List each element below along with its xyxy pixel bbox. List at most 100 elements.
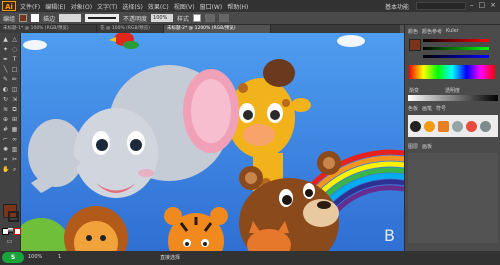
width-tool-icon[interactable]: ≋ xyxy=(2,106,9,113)
shape-builder-tool-icon[interactable]: ⊕ xyxy=(2,116,9,123)
menu-window[interactable]: 窗口(W) xyxy=(200,2,223,11)
direct-selection-tool-icon[interactable]: △ xyxy=(11,36,18,43)
cloud-icon xyxy=(23,40,47,50)
tab-kuler[interactable]: Kuler xyxy=(446,28,459,36)
align-icon[interactable] xyxy=(205,14,216,22)
perspective-grid-tool-icon[interactable]: ⊞ xyxy=(11,116,18,123)
stroke-color-box[interactable] xyxy=(8,211,19,222)
menu-help[interactable]: 帮助(H) xyxy=(227,2,248,11)
control-bar: 编组 描边 不透明度 100% 样式 xyxy=(0,12,500,25)
page-number[interactable]: 1 xyxy=(58,254,61,260)
color-panel-tabs: 颜色 颜色参考 Kuler xyxy=(408,28,498,36)
green-slider[interactable] xyxy=(423,47,489,50)
magic-wand-tool-icon[interactable]: ✦ xyxy=(2,46,9,53)
screen-mode-icon[interactable]: ▭ xyxy=(6,238,13,245)
tab-layers[interactable]: 图层 xyxy=(408,143,418,151)
minimize-icon[interactable]: – xyxy=(470,1,474,9)
menu-bar: Ai 文件(F) 编辑(E) 对象(O) 文字(T) 选择(S) 效果(C) 视… xyxy=(0,0,500,12)
layers-panel-tabs: 图层 画板 xyxy=(408,143,498,151)
tab-brushes[interactable]: 画笔 xyxy=(422,105,432,113)
selection-tool-icon[interactable]: ▲ xyxy=(2,36,9,43)
tab-swatches[interactable]: 色板 xyxy=(408,105,418,113)
symbol-item[interactable] xyxy=(424,120,435,132)
workspace-switcher[interactable]: 基本功能 xyxy=(385,2,409,11)
blue-slider[interactable] xyxy=(423,55,489,58)
symbol-item[interactable] xyxy=(410,120,421,132)
rectangle-tool-icon[interactable]: □ xyxy=(11,66,18,73)
opacity-field[interactable]: 100% xyxy=(151,14,174,22)
tab-symbols[interactable]: 符号 xyxy=(436,105,446,113)
app-badge-icon: S xyxy=(2,252,24,263)
selection-type-label: 编组 xyxy=(3,15,16,23)
tab-document-3[interactable]: 未标题-2* @ 1200% (RGB/预览) xyxy=(164,25,271,33)
lasso-tool-icon[interactable]: ◌ xyxy=(11,46,18,53)
style-label: 样式 xyxy=(177,15,190,23)
symbol-item[interactable] xyxy=(480,120,491,132)
scale-tool-icon[interactable]: ⇲ xyxy=(11,96,18,103)
stroke-swatch[interactable] xyxy=(31,14,40,22)
tab-document-2[interactable]: 花 @ 100% (RGB/预览) xyxy=(97,25,164,33)
zoom-level[interactable]: 100% xyxy=(28,254,42,260)
transparency-panel-label[interactable]: 透明度 xyxy=(445,87,460,94)
tab-color-guide[interactable]: 颜色参考 xyxy=(422,28,442,36)
panel-fill-swatch[interactable] xyxy=(409,39,421,51)
line-tool-icon[interactable]: ╲ xyxy=(2,66,9,73)
symbol-item[interactable] xyxy=(438,120,449,132)
cloud-icon xyxy=(337,35,365,47)
stroke-weight-field[interactable] xyxy=(59,14,82,22)
tiger xyxy=(164,207,228,251)
column-graph-tool-icon[interactable]: ▥ xyxy=(11,146,18,153)
menu-type[interactable]: 文字(T) xyxy=(97,2,117,11)
opacity-label: 不透明度 xyxy=(123,15,148,23)
style-swatch[interactable] xyxy=(193,14,202,22)
menu-file[interactable]: 文件(F) xyxy=(20,2,40,11)
menu-list: 文件(F) 编辑(E) 对象(O) 文字(T) 选择(S) 效果(C) 视图(V… xyxy=(20,2,248,11)
stroke-profile-select[interactable] xyxy=(85,14,120,22)
gradient-ramp[interactable] xyxy=(408,95,498,101)
blend-tool-icon[interactable]: ∞ xyxy=(11,136,18,143)
menu-select[interactable]: 选择(S) xyxy=(122,2,143,11)
zoom-tool-icon[interactable]: ⌕ xyxy=(11,166,18,173)
red-slider[interactable] xyxy=(423,39,489,42)
blob-brush-tool-icon[interactable]: ◐ xyxy=(2,86,9,93)
pencil-tool-icon[interactable]: ✏ xyxy=(11,76,18,83)
slice-tool-icon[interactable]: ✂ xyxy=(11,156,18,163)
mesh-tool-icon[interactable]: # xyxy=(2,126,9,133)
color-spectrum[interactable] xyxy=(409,65,495,79)
status-bar: S 100% 1 直接选择 xyxy=(0,251,500,265)
symbol-item[interactable] xyxy=(466,120,477,132)
hand-tool-icon[interactable]: ✋ xyxy=(2,166,9,173)
tab-document-1[interactable]: 未标题-1* @ 100% (RGB/预览) xyxy=(0,25,97,33)
tab-color[interactable]: 颜色 xyxy=(408,28,418,36)
menu-view[interactable]: 视图(V) xyxy=(174,2,195,11)
artboard-canvas[interactable]: B xyxy=(21,33,404,251)
fill-swatch[interactable] xyxy=(19,14,28,22)
transform-icon[interactable] xyxy=(219,14,230,22)
window-controls: – □ × xyxy=(470,1,496,9)
rotate-tool-icon[interactable]: ↻ xyxy=(2,96,9,103)
symbol-sprayer-tool-icon[interactable]: ✺ xyxy=(2,146,9,153)
type-tool-icon[interactable]: T xyxy=(11,56,18,63)
document-tabs: 未标题-1* @ 100% (RGB/预览) 花 @ 100% (RGB/预览)… xyxy=(0,25,400,33)
search-input[interactable] xyxy=(416,2,466,10)
illustration: B xyxy=(21,33,404,251)
stroke-label: 描边 xyxy=(43,15,56,23)
swatch-panel-tabs: 色板 画笔 符号 xyxy=(408,105,498,113)
free-transform-tool-icon[interactable]: ⧉ xyxy=(11,106,18,113)
menu-effect[interactable]: 效果(C) xyxy=(148,2,169,11)
close-icon[interactable]: × xyxy=(490,1,496,9)
menu-object[interactable]: 对象(O) xyxy=(71,2,92,11)
artboard-tool-icon[interactable]: ⌗ xyxy=(2,156,9,163)
menu-edit[interactable]: 编辑(E) xyxy=(45,2,65,11)
gradient-tool-icon[interactable]: ▦ xyxy=(11,126,18,133)
maximize-icon[interactable]: □ xyxy=(479,1,486,9)
symbol-item[interactable] xyxy=(452,120,463,132)
pen-tool-icon[interactable]: ✒ xyxy=(2,56,9,63)
gradient-panel-label[interactable]: 渐变 xyxy=(409,87,419,94)
gradient-mode-icon[interactable] xyxy=(8,228,13,233)
tab-artboards[interactable]: 画板 xyxy=(422,143,432,151)
eyedropper-tool-icon[interactable]: ⌐ xyxy=(2,136,9,143)
eraser-tool-icon[interactable]: ◫ xyxy=(11,86,18,93)
paintbrush-tool-icon[interactable]: ✎ xyxy=(2,76,9,83)
none-mode-icon[interactable] xyxy=(14,228,21,235)
